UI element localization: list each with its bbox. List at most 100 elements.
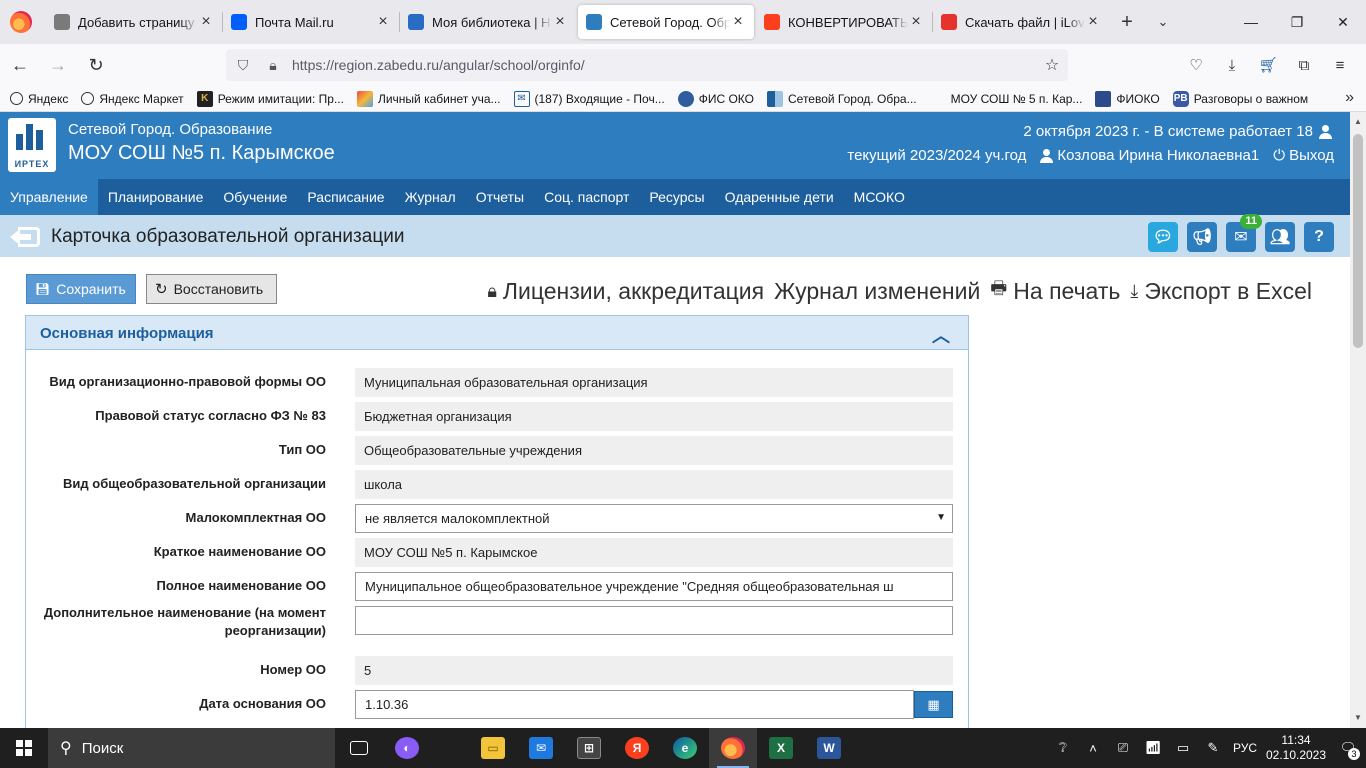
scroll-up-icon[interactable]: ▲ [1350, 114, 1366, 130]
irtech-logo[interactable]: ИРТЕХ [8, 118, 56, 172]
chevron-up-icon[interactable]: ︿ [932, 322, 950, 348]
close-icon[interactable]: × [730, 13, 746, 31]
new-tab-button[interactable]: + [1109, 11, 1145, 34]
print-link[interactable]: 🖶 На печать [990, 276, 1120, 306]
alice-icon[interactable]: ◐ [383, 728, 431, 768]
task-view-icon[interactable] [335, 728, 383, 768]
language-indicator[interactable]: РУС [1228, 741, 1262, 755]
licenses-link[interactable]: 🔒︎ Лицензии, аккредитация [487, 276, 764, 306]
word-icon[interactable]: W [805, 728, 853, 768]
scroll-down-icon[interactable]: ▼ [1350, 710, 1366, 726]
start-button[interactable] [0, 728, 48, 768]
menu-item[interactable]: Одаренные дети [715, 179, 844, 215]
users-online-icon[interactable] [1319, 124, 1332, 139]
menu-item[interactable]: Управление [0, 179, 98, 215]
back-icon[interactable]: ← [2, 49, 38, 81]
restore-button[interactable]: ↻ Восстановить [146, 274, 277, 304]
chat-icon[interactable]: 💬︎ [1148, 222, 1178, 252]
bookmark-item[interactable]: Личный кабинет уча... [356, 90, 501, 107]
browser-tab[interactable]: Скачать файл | iLoveP× [933, 5, 1109, 39]
changelog-link[interactable]: Журнал изменений [774, 276, 980, 306]
logout-link[interactable]: ⏻ Выход [1273, 147, 1334, 164]
bookmark-item[interactable]: Яндекс Маркет [81, 92, 184, 106]
browser-tab[interactable]: Почта Mail.ru × [223, 5, 399, 39]
close-icon[interactable]: × [552, 13, 568, 31]
edge-icon[interactable]: e [661, 728, 709, 768]
menu-item[interactable]: Соц. паспорт [534, 179, 639, 215]
taskbar-search[interactable]: ⚲ Поиск [48, 728, 335, 768]
bookmark-item[interactable]: Сетевой Город. Обра... [767, 90, 917, 107]
menu-item[interactable]: Журнал [395, 179, 466, 215]
browser-tab[interactable]: Сетевой Город. Образо× [578, 5, 754, 39]
excel-icon[interactable]: X [757, 728, 805, 768]
cart-icon[interactable]: 🛒︎ [1250, 49, 1286, 81]
contacts-icon[interactable]: 👥︎ [1265, 222, 1295, 252]
menu-icon[interactable]: ≡ [1322, 49, 1358, 81]
bookmark-item[interactable]: ФИОКО [1095, 90, 1160, 107]
bookmarks-overflow-icon[interactable]: » [1345, 89, 1354, 107]
battery-icon[interactable]: ▭ [1168, 740, 1198, 756]
save-button[interactable]: 💾︎ Сохранить [26, 274, 136, 304]
menu-item[interactable]: Планирование [98, 179, 214, 215]
help-icon[interactable]: ? [1304, 222, 1334, 252]
close-icon[interactable]: × [908, 13, 924, 31]
store-icon[interactable]: ⊞ [565, 728, 613, 768]
help-tray-icon[interactable]: ❔︎ [1048, 740, 1078, 756]
export-excel-link[interactable]: ⤓ Экспорт в Excel [1130, 276, 1312, 306]
tab-list-chevron-icon[interactable]: ⌄ [1145, 14, 1181, 30]
user-link[interactable]: Козлова Ирина Николаевна1 [1040, 147, 1259, 164]
menu-item[interactable]: Обучение [213, 179, 297, 215]
bookmark-item[interactable]: K Режим имитации: Пр... [196, 90, 344, 107]
address-bar[interactable]: ⛉ 🔒︎ https://region.zabedu.ru/angular/sc… [226, 49, 1068, 81]
forward-icon[interactable]: → [40, 49, 76, 81]
pocket-icon[interactable]: ♡ [1178, 49, 1214, 81]
clock[interactable]: 11:34 02.10.2023 [1262, 733, 1330, 763]
shield-icon[interactable]: ⛉ [230, 57, 256, 74]
browser-tab[interactable]: Добавить страницу « × [46, 5, 222, 39]
mail-app-icon[interactable]: ✉ [517, 728, 565, 768]
dropdown-arrow-icon[interactable]: ▼ [936, 512, 946, 523]
bookmark-item[interactable]: ФИС ОКО [677, 90, 754, 107]
field-input[interactable] [355, 606, 953, 635]
restore-icon[interactable]: ❐ [1274, 0, 1320, 44]
bookmark-item[interactable]: Яндекс [10, 92, 68, 106]
school-year[interactable]: текущий 2023/2024 уч.год [847, 147, 1026, 164]
field-input[interactable]: Муниципальное общеобразовательное учрежд… [355, 572, 953, 601]
menu-item[interactable]: Ресурсы [639, 179, 714, 215]
panel-header[interactable]: Основная информация ︿ [26, 316, 968, 350]
url-text[interactable]: https://region.zabedu.ru/angular/school/… [292, 57, 1036, 73]
announcements-icon[interactable]: 📢︎ [1187, 222, 1217, 252]
download-icon[interactable]: ⤓ [1214, 49, 1250, 81]
bookmark-star-icon[interactable]: ☆ [1036, 55, 1068, 75]
bookmark-item[interactable]: ✉ (187) Входящие - Поч... [513, 90, 665, 107]
field-input[interactable]: 1.10.36 [355, 690, 914, 719]
bookmark-item[interactable]: МОУ СОШ № 5 п. Кар... [930, 91, 1083, 107]
tray-chevron-icon[interactable]: ˄ [1078, 741, 1108, 756]
back-arrow-icon[interactable] [10, 225, 40, 249]
scroll-thumb[interactable] [1353, 134, 1363, 348]
yandex-browser-icon[interactable]: Я [613, 728, 661, 768]
browser-tab[interactable]: КОНВЕРТИРОВАТЬ ВС× [756, 5, 932, 39]
close-icon[interactable]: × [375, 13, 391, 31]
reload-icon[interactable]: ↻ [78, 49, 114, 81]
lock-icon[interactable]: 🔒︎ [260, 57, 286, 74]
menu-item[interactable]: Отчеты [466, 179, 534, 215]
firefox-taskbar-icon[interactable] [709, 728, 757, 768]
firefox-icon[interactable] [10, 11, 32, 33]
menu-item[interactable]: Расписание [297, 179, 394, 215]
extensions-icon[interactable]: ⧉ [1286, 49, 1322, 81]
page-scrollbar[interactable]: ▲ ▼ [1350, 112, 1366, 728]
meet-icon[interactable]: ⎚ [1108, 740, 1138, 756]
bookmark-item[interactable]: РВ Разговоры о важном [1172, 90, 1308, 107]
menu-item[interactable]: МСОКО [844, 179, 915, 215]
wifi-icon[interactable]: 📶︎ [1138, 740, 1168, 756]
minimize-icon[interactable]: — [1228, 0, 1274, 44]
field-select[interactable]: не является малокомплектной ▼ [355, 504, 953, 533]
browser-tab[interactable]: Моя библиотека | НЭБ× [400, 5, 576, 39]
close-icon[interactable]: × [1085, 13, 1101, 31]
pen-icon[interactable]: ✎ [1198, 740, 1228, 756]
mail-icon[interactable]: ✉ 11 [1226, 214, 1262, 252]
explorer-icon[interactable]: ▭ [469, 728, 517, 768]
close-icon[interactable]: × [198, 13, 214, 31]
notifications-icon[interactable]: 🗨︎ 3 [1330, 740, 1366, 760]
